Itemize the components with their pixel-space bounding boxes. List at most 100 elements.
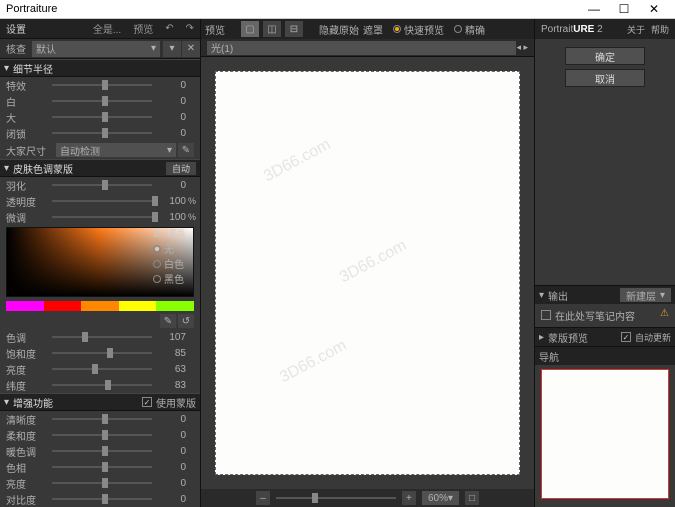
nav-section-header[interactable]: 导航 [535, 347, 675, 365]
fast-preview-radio[interactable]: 快速预览 [393, 22, 444, 37]
enhance-slider: 色相0 [0, 459, 200, 475]
cancel-button[interactable]: 取消 [565, 69, 645, 87]
zoom-in-icon[interactable]: + [402, 491, 416, 505]
close-button[interactable]: ✕ [639, 2, 669, 16]
zoom-value[interactable]: 60% ▾ [422, 491, 459, 505]
warning-icon: ⚠ [660, 308, 669, 319]
zoom-bar: – + 60% ▾ □ [201, 489, 534, 507]
zoom-out-icon[interactable]: – [256, 491, 270, 505]
brand-logo: PortraitURE 2 [541, 24, 603, 35]
slider-track[interactable] [52, 184, 152, 186]
slider-track[interactable] [52, 482, 152, 484]
view-split-h-icon[interactable]: ⊟ [285, 21, 303, 37]
settings-title: 设置 [0, 21, 32, 36]
reset-all-button[interactable]: 全是... [87, 21, 127, 36]
mask-edit-icon[interactable]: ✎ [178, 143, 194, 157]
preview-image: 3D66.com 3D66.com 3D66.com [215, 71, 520, 475]
settings-panel: 设置 全是... 预览 ↶ ↷ 核查 默认▾ ▾ ✕ ▾ 细节半径 特效0白0大… [0, 19, 200, 507]
detail-slider: 白0 [0, 93, 200, 109]
hsl-slider: 亮度63 [0, 361, 200, 377]
titlebar: Portraiture — ☐ ✕ [0, 0, 675, 19]
view-single-icon[interactable]: ▢ [241, 21, 259, 37]
maximize-button[interactable]: ☐ [609, 2, 639, 16]
slider-track[interactable] [52, 418, 152, 420]
mask-size-select[interactable]: 自动检测▾ [56, 143, 176, 157]
preset-delete-icon[interactable]: ✕ [182, 41, 200, 57]
mask-preview-header[interactable]: ▸蒙版预览 自动更新 [535, 328, 675, 346]
slider-track[interactable] [52, 368, 152, 370]
slider-track[interactable] [52, 116, 152, 118]
slider-track[interactable] [52, 216, 152, 218]
output-note-row: 在此处写笔记内容 ⚠ [535, 304, 675, 327]
layer-select[interactable]: 光(1) [207, 41, 516, 55]
note-checkbox[interactable] [541, 310, 551, 320]
brand-bar: PortraitURE 2 关于 帮助 [535, 19, 675, 39]
hue-bar[interactable] [6, 301, 194, 311]
output-layer-select[interactable]: 新建层▾ [620, 288, 671, 302]
enhance-slider: 暖色调0 [0, 443, 200, 459]
slider-track[interactable] [52, 336, 152, 338]
mask-display-radio[interactable]: 白色 [153, 256, 191, 271]
hide-original-button[interactable]: 隐藏原始 [319, 22, 359, 37]
output-section-header[interactable]: ▾输出 新建层▾ [535, 286, 675, 304]
preset-select[interactable]: 默认▾ [32, 41, 160, 57]
preset-label: 核查 [0, 41, 32, 56]
slider-track[interactable] [52, 352, 152, 354]
navigator-thumbnail[interactable] [541, 369, 669, 499]
mask-button[interactable]: 遮罩 [363, 22, 383, 37]
ok-button[interactable]: 确定 [565, 47, 645, 65]
hsl-slider: 饱和度85 [0, 345, 200, 361]
slider-track[interactable] [52, 434, 152, 436]
zoom-slider[interactable] [276, 497, 396, 499]
view-split-v-icon[interactable]: ◫ [263, 21, 281, 37]
preset-save-icon[interactable]: ▾ [163, 41, 181, 57]
enhance-slider: 柔和度0 [0, 427, 200, 443]
slider-track[interactable] [52, 498, 152, 500]
skin-section-header[interactable]: ▾ 皮肤色调蒙版 自动 [0, 159, 200, 177]
color-picker[interactable]: 显示蒙版 无白色黑色 [6, 227, 194, 297]
eyedropper-icon[interactable]: ✎ [160, 314, 176, 328]
undo-icon[interactable]: ↶ [159, 23, 179, 34]
slider-track[interactable] [52, 384, 152, 386]
preview-title: 预览 [205, 22, 225, 37]
settings-header: 设置 全是... 预览 ↶ ↷ [0, 19, 200, 39]
reset-icon[interactable]: ↺ [178, 314, 194, 328]
help-link[interactable]: 帮助 [651, 23, 669, 36]
preview-button[interactable]: 预览 [127, 21, 159, 36]
slider-track[interactable] [52, 200, 152, 202]
slider-track[interactable] [52, 100, 152, 102]
zoom-fit-icon[interactable]: □ [465, 491, 479, 505]
detail-slider: 特效0 [0, 77, 200, 93]
preset-row: 核查 默认▾ ▾ ✕ [0, 39, 200, 59]
mask-display-radio[interactable]: 无 [153, 241, 191, 256]
enhance-section-header[interactable]: ▾ 增强功能 使用蒙版 [0, 393, 200, 411]
use-mask-checkbox[interactable] [142, 397, 152, 407]
detail-slider: 大0 [0, 109, 200, 125]
preview-panel: 预览 ▢ ◫ ⊟ 隐藏原始 遮罩 快速预览 精确 光(1) ◂ ▸ 3D66.c… [200, 19, 535, 507]
right-panel: PortraitURE 2 关于 帮助 确定 取消 ▾输出 新建层▾ 在此处写笔… [535, 19, 675, 507]
hsl-slider: 色调107 [0, 329, 200, 345]
mask-size-row: 大家尺寸 自动检测▾ ✎ [0, 141, 200, 159]
chevron-down-icon: ▾ [4, 63, 9, 74]
about-link[interactable]: 关于 [627, 23, 645, 36]
hsl-slider: 纬度83 [0, 377, 200, 393]
canvas[interactable]: 3D66.com 3D66.com 3D66.com [201, 57, 534, 489]
auto-update-checkbox[interactable] [621, 332, 631, 342]
auto-button[interactable]: 自动 [166, 162, 196, 175]
skin-slider: 羽化0 [0, 177, 200, 193]
slider-track[interactable] [52, 466, 152, 468]
preview-toolbar: 预览 ▢ ◫ ⊟ 隐藏原始 遮罩 快速预览 精确 [201, 19, 534, 39]
mask-display-radio[interactable]: 黑色 [153, 271, 191, 286]
redo-icon[interactable]: ↷ [180, 23, 200, 34]
minimize-button[interactable]: — [579, 2, 609, 16]
slider-track[interactable] [52, 132, 152, 134]
detail-section-header[interactable]: ▾ 细节半径 [0, 59, 200, 77]
slider-track[interactable] [52, 450, 152, 452]
window-title: Portraiture [6, 3, 579, 15]
detail-slider: 闭锁0 [0, 125, 200, 141]
skin-slider: 透明度100% [0, 193, 200, 209]
precise-radio[interactable]: 精确 [454, 22, 485, 37]
enhance-slider: 亮度0 [0, 475, 200, 491]
slider-track[interactable] [52, 84, 152, 86]
skin-slider: 微调100% [0, 209, 200, 225]
